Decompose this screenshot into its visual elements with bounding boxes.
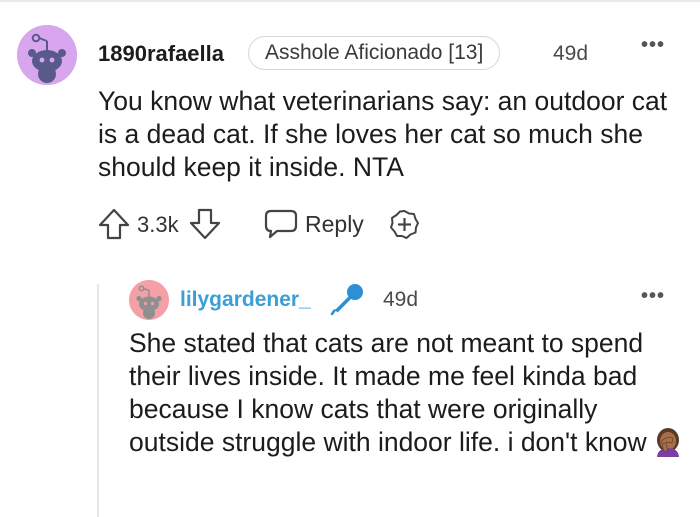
reply-user-avatar[interactable] xyxy=(129,280,169,320)
reply-age: 49d xyxy=(383,288,419,311)
comment-age: 49d xyxy=(553,42,589,65)
snoo-avatar-icon xyxy=(17,25,77,85)
more-options-icon[interactable]: ••• xyxy=(641,35,665,55)
user-avatar[interactable] xyxy=(17,25,77,85)
person-facepalming-emoji-icon xyxy=(656,428,679,457)
vote-score: 3.3k xyxy=(137,212,179,237)
reply-button[interactable]: Reply xyxy=(305,211,364,238)
downvote-arrow-icon[interactable] xyxy=(188,207,222,241)
award-plus-icon[interactable] xyxy=(389,209,420,240)
reply-username[interactable]: lilygardener_ xyxy=(180,288,311,312)
upvote-arrow-icon[interactable] xyxy=(97,207,131,241)
microphone-icon xyxy=(330,284,363,316)
more-options-icon[interactable]: ••• xyxy=(641,286,665,306)
speech-bubble-icon[interactable] xyxy=(264,209,298,239)
snoo-avatar-icon xyxy=(129,280,169,320)
comment-username[interactable]: 1890rafaella xyxy=(98,41,224,67)
reply-body: She stated that cats are not meant to sp… xyxy=(129,327,689,459)
thread-line[interactable] xyxy=(97,284,99,517)
user-flair: Asshole Aficionado [13] xyxy=(248,36,501,70)
comment-body: You know what veterinarians say: an outd… xyxy=(98,86,668,182)
top-divider xyxy=(0,0,700,2)
reply-body-text: She stated that cats are not meant to sp… xyxy=(129,328,647,457)
